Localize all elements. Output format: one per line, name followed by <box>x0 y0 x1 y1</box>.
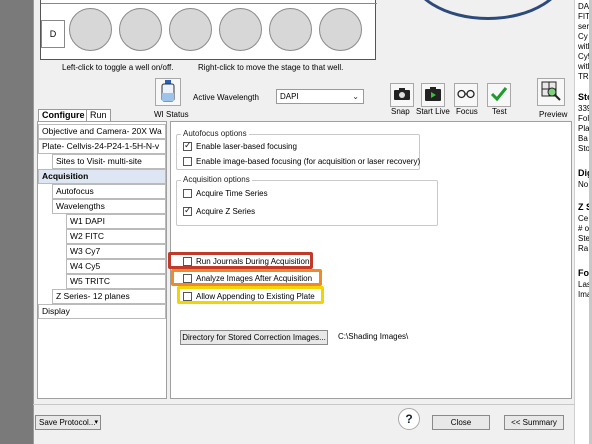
chevron-down-icon: ⌄ <box>352 92 359 101</box>
tree-item-wavelengths[interactable]: Wavelengths <box>52 199 166 214</box>
tree-item-acquisition[interactable]: Acquisition <box>38 169 166 184</box>
summary-text-line: DA <box>578 2 590 11</box>
correction-directory-path: C:\Shading Images\ <box>338 332 409 341</box>
active-wavelength-value: DAPI <box>280 92 299 101</box>
tree-item-autofocus[interactable]: Autofocus <box>52 184 166 199</box>
summary-text-line: ser <box>578 22 590 31</box>
time-series-label: Acquire Time Series <box>196 189 268 198</box>
tab-run[interactable]: Run <box>86 109 111 121</box>
image-focus-checkbox[interactable] <box>183 157 192 166</box>
summary-text-line: # o <box>578 224 590 233</box>
laser-focus-label: Enable laser-based focusing <box>196 142 297 151</box>
acquisition-options-legend: Acquisition options <box>181 175 252 184</box>
plate-map[interactable] <box>40 0 377 60</box>
plate-well[interactable] <box>219 8 262 51</box>
plate-well[interactable] <box>119 8 162 51</box>
plate-well[interactable] <box>69 8 112 51</box>
laser-focus-checkbox[interactable] <box>183 140 192 151</box>
time-series-checkbox[interactable] <box>183 189 192 198</box>
snap-button[interactable] <box>390 83 414 107</box>
allow-append-checkbox[interactable] <box>183 292 192 301</box>
wi-status-button[interactable] <box>155 78 181 106</box>
plate-well[interactable] <box>319 8 362 51</box>
tree-item-w4[interactable]: W4 Cy5 <box>66 259 166 274</box>
start-live-button[interactable] <box>421 83 445 107</box>
save-protocol-label: Save Protocol... <box>39 418 96 427</box>
focus-button[interactable] <box>454 83 478 107</box>
summary-text-line: No <box>578 180 589 189</box>
active-wavelength-label: Active Wavelength <box>193 93 259 102</box>
preview-button[interactable] <box>537 78 565 106</box>
analyze-images-label: Analyze Images After Acquisition <box>196 274 313 283</box>
camera-icon <box>393 87 411 103</box>
settings-tree[interactable]: Objective and Camera- 20X Wa Plate- Cell… <box>37 121 167 399</box>
test-label: Test <box>492 107 507 116</box>
glasses-icon <box>457 89 475 101</box>
z-series-checkbox[interactable] <box>183 205 192 216</box>
tree-item-w5[interactable]: W5 TRITC <box>66 274 166 289</box>
wi-status-label: WI Status <box>154 110 189 119</box>
summary-text-line: Ce <box>578 214 589 223</box>
test-button[interactable] <box>487 83 511 107</box>
tree-item-w3[interactable]: W3 Cy7 <box>66 244 166 259</box>
summary-text-line: Fol <box>578 114 590 123</box>
plate-hint-left: Left-click to toggle a well on/off. <box>62 63 174 72</box>
tree-item-objective[interactable]: Objective and Camera- 20X Wa <box>38 124 166 139</box>
summary-text-line: Ra <box>578 244 589 253</box>
close-button[interactable]: Close <box>432 415 490 430</box>
z-series-label: Acquire Z Series <box>196 207 256 216</box>
snap-label: Snap <box>391 107 410 116</box>
focus-label: Focus <box>456 107 478 116</box>
bottle-icon <box>161 80 175 104</box>
save-protocol-button[interactable]: Save Protocol... ▾ <box>35 415 101 430</box>
tree-item-w1[interactable]: W1 DAPI <box>66 214 166 229</box>
tree-item-z-series[interactable]: Z Series- 12 planes <box>52 289 166 304</box>
summary-button[interactable]: << Summary <box>504 415 564 430</box>
preview-magnifier-icon <box>541 81 561 103</box>
correction-directory-button[interactable]: Directory for Stored Correction Images..… <box>180 330 328 345</box>
checkmark-icon <box>490 86 508 104</box>
autofocus-legend: Autofocus options <box>181 129 249 138</box>
tab-configure[interactable]: Configure <box>38 109 89 121</box>
tree-item-display[interactable]: Display <box>38 304 166 319</box>
tree-item-w2[interactable]: W2 FITC <box>66 229 166 244</box>
summary-text-line: Pla <box>578 124 590 133</box>
footer-divider <box>33 404 574 405</box>
video-camera-icon <box>424 86 442 104</box>
run-journals-label: Run Journals During Acquisition <box>196 257 310 266</box>
tree-item-plate[interactable]: Plate- Cellvis-24-P24-1-5H-N-v <box>38 139 166 154</box>
summary-text-line: TR <box>578 72 589 81</box>
analyze-images-checkbox[interactable] <box>183 274 192 283</box>
dropdown-arrow-icon: ▾ <box>94 419 98 426</box>
allow-append-label: Allow Appending to Existing Plate <box>196 292 315 301</box>
plate-row-divider <box>41 0 377 4</box>
summary-text-line: Ba <box>578 134 588 143</box>
image-focus-label: Enable image-based focusing (for acquisi… <box>196 157 421 166</box>
help-button[interactable]: ? <box>398 408 420 430</box>
acquisition-settings-panel: Autofocus options Enable laser-based foc… <box>168 121 572 399</box>
plate-well[interactable] <box>169 8 212 51</box>
summary-text-line: Fo <box>578 268 589 278</box>
tree-item-sites[interactable]: Sites to Visit- multi-site <box>52 154 166 169</box>
active-wavelength-select[interactable]: DAPI ⌄ <box>276 89 364 104</box>
help-question-icon: ? <box>405 412 413 426</box>
start-live-label: Start Live <box>416 107 450 116</box>
run-journals-checkbox[interactable] <box>183 257 192 266</box>
plate-hint-right: Right-click to move the stage to that we… <box>198 63 344 72</box>
preview-label: Preview <box>539 110 568 119</box>
plate-row-label: D <box>41 20 65 48</box>
plate-well[interactable] <box>269 8 312 51</box>
acquisition-options-group: Acquisition options <box>176 175 438 226</box>
summary-text-line: Cy <box>578 32 588 41</box>
